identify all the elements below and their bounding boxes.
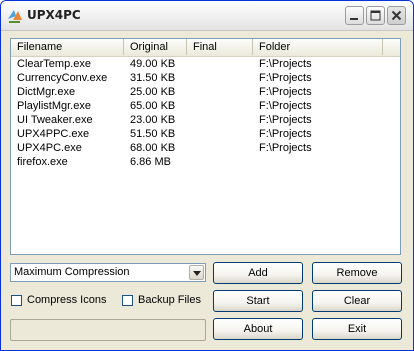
- file-row[interactable]: UI Tweaker.exe 23.00 KB F:\Projects: [11, 113, 400, 127]
- original-size-cell: 31.50 KB: [130, 72, 176, 84]
- about-button[interactable]: About: [213, 318, 303, 340]
- add-button[interactable]: Add: [213, 262, 303, 284]
- file-row[interactable]: firefox.exe 6.86 MB: [11, 155, 400, 169]
- minimize-icon: [350, 18, 358, 20]
- maximize-icon: [370, 10, 381, 21]
- file-list-body: ClearTemp.exe 49.00 KB F:\Projects Curre…: [11, 57, 400, 169]
- start-button[interactable]: Start: [213, 290, 303, 312]
- folder-cell: F:\Projects: [259, 128, 312, 140]
- folder-cell: F:\Projects: [259, 114, 312, 126]
- file-row[interactable]: CurrencyConv.exe 31.50 KB F:\Projects: [11, 71, 400, 85]
- compression-dropdown-button[interactable]: [189, 265, 204, 280]
- filename-cell: UPX4PC.exe: [17, 142, 82, 154]
- original-size-cell: 68.00 KB: [130, 142, 176, 154]
- filename-cell: ClearTemp.exe: [17, 58, 91, 70]
- exit-button[interactable]: Exit: [312, 318, 402, 340]
- close-button[interactable]: [387, 6, 406, 25]
- folder-cell: F:\Projects: [259, 142, 312, 154]
- backup-files-checkbox-box[interactable]: [122, 295, 133, 306]
- filename-cell: UI Tweaker.exe: [17, 114, 93, 126]
- original-size-cell: 25.00 KB: [130, 86, 176, 98]
- filename-cell: firefox.exe: [17, 156, 68, 168]
- filename-cell: DictMgr.exe: [17, 86, 76, 98]
- folder-cell: F:\Projects: [259, 58, 312, 70]
- backup-files-label: Backup Files: [138, 294, 201, 306]
- title-bar[interactable]: UPX4PC: [1, 1, 413, 31]
- file-row[interactable]: PlaylistMgr.exe 65.00 KB F:\Projects: [11, 99, 400, 113]
- window-title: UPX4PC: [27, 8, 81, 22]
- filename-cell: CurrencyConv.exe: [17, 72, 108, 84]
- progress-bar: [10, 319, 206, 341]
- file-row[interactable]: ClearTemp.exe 49.00 KB F:\Projects: [11, 57, 400, 71]
- folder-cell: F:\Projects: [259, 86, 312, 98]
- close-icon: [391, 10, 402, 21]
- file-row[interactable]: UPX4PC.exe 68.00 KB F:\Projects: [11, 141, 400, 155]
- minimize-button[interactable]: [345, 6, 364, 25]
- folder-cell: F:\Projects: [259, 72, 312, 84]
- chevron-down-icon: [193, 271, 201, 276]
- original-size-cell: 51.50 KB: [130, 128, 176, 140]
- original-size-cell: 6.86 MB: [130, 156, 171, 168]
- maximize-button[interactable]: [366, 6, 385, 25]
- compression-selected-value: Maximum Compression: [14, 266, 130, 278]
- remove-button[interactable]: Remove: [312, 262, 402, 284]
- filename-cell: PlaylistMgr.exe: [17, 100, 91, 112]
- file-row[interactable]: UPX4PPC.exe 51.50 KB F:\Projects: [11, 127, 400, 141]
- filename-cell: UPX4PPC.exe: [17, 128, 90, 140]
- column-filler: [383, 39, 400, 55]
- original-size-cell: 23.00 KB: [130, 114, 176, 126]
- column-folder[interactable]: Folder: [253, 39, 383, 55]
- file-list[interactable]: Filename Original Final Folder ClearTemp…: [10, 38, 401, 255]
- folder-cell: F:\Projects: [259, 100, 312, 112]
- file-row[interactable]: DictMgr.exe 25.00 KB F:\Projects: [11, 85, 400, 99]
- original-size-cell: 49.00 KB: [130, 58, 176, 70]
- clear-button[interactable]: Clear: [312, 290, 402, 312]
- column-original[interactable]: Original: [124, 39, 187, 55]
- compression-select[interactable]: Maximum Compression: [10, 263, 206, 282]
- app-window: UPX4PC Filename Original Final Folder Cl…: [0, 0, 414, 351]
- column-filename[interactable]: Filename: [11, 39, 124, 55]
- column-final[interactable]: Final: [187, 39, 253, 55]
- upx-app-icon: [8, 10, 22, 23]
- file-list-header: Filename Original Final Folder: [11, 39, 400, 57]
- compress-icons-checkbox-box[interactable]: [11, 295, 22, 306]
- compress-icons-label: Compress Icons: [27, 294, 107, 306]
- original-size-cell: 65.00 KB: [130, 100, 176, 112]
